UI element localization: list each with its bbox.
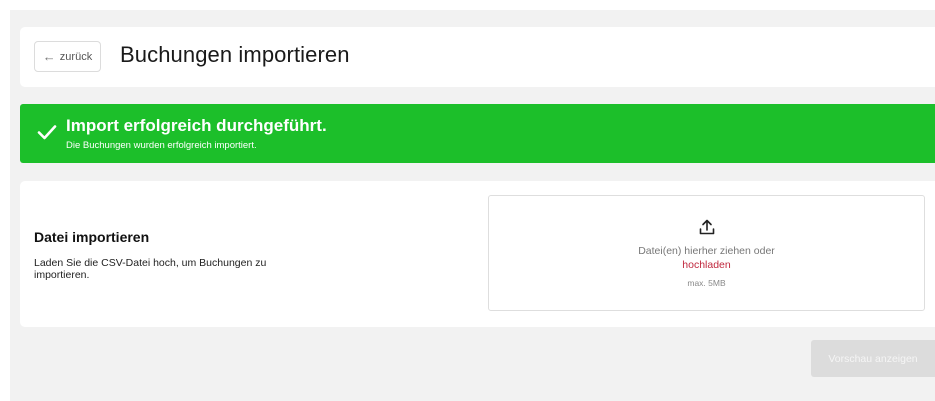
upload-icon xyxy=(699,219,715,235)
preview-button[interactable]: Vorschau anzeigen xyxy=(811,340,935,377)
page-header: ← zurück Buchungen importieren xyxy=(20,27,935,87)
back-button-label: zurück xyxy=(59,50,93,63)
import-description: Laden Sie die CSV-Datei hoch, um Buchung… xyxy=(34,257,267,281)
max-size-hint: max. 5MB xyxy=(687,278,726,288)
upload-link[interactable]: hochladen xyxy=(489,259,924,271)
back-button[interactable]: ← zurück xyxy=(34,41,101,72)
page-background: ← zurück Buchungen importieren Import er… xyxy=(10,10,935,401)
success-title: Import erfolgreich durchgeführt. xyxy=(66,116,327,135)
import-card: Datei importieren Laden Sie die CSV-Date… xyxy=(20,181,935,327)
import-heading: Datei importieren xyxy=(34,229,150,245)
check-icon xyxy=(37,125,57,140)
success-message: Die Buchungen wurden erfolgreich importi… xyxy=(66,140,257,151)
page-title: Buchungen importieren xyxy=(120,42,350,67)
file-dropzone[interactable]: Datei(en) hierher ziehen oder hochladen … xyxy=(488,195,925,311)
dropzone-text: Datei(en) hierher ziehen oder xyxy=(638,245,775,257)
arrow-left-icon: ← xyxy=(42,49,56,64)
success-banner: Import erfolgreich durchgeführt. Die Buc… xyxy=(20,104,935,163)
